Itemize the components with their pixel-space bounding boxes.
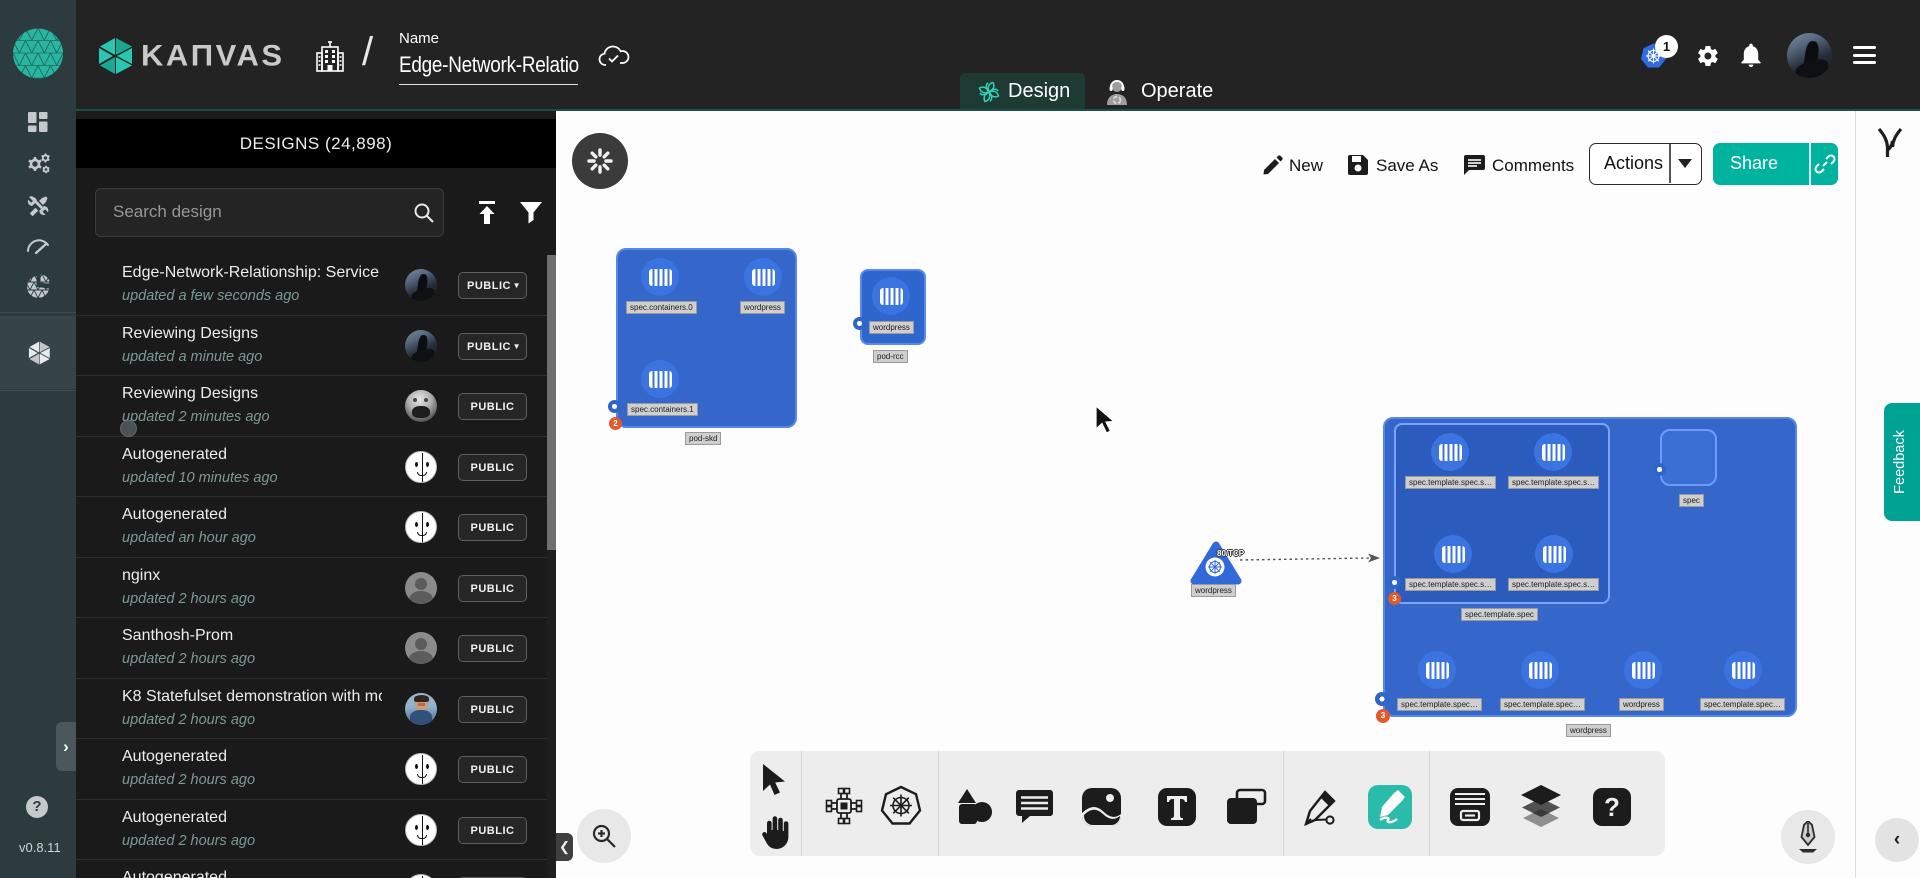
- svg-text:?: ?: [1604, 792, 1620, 822]
